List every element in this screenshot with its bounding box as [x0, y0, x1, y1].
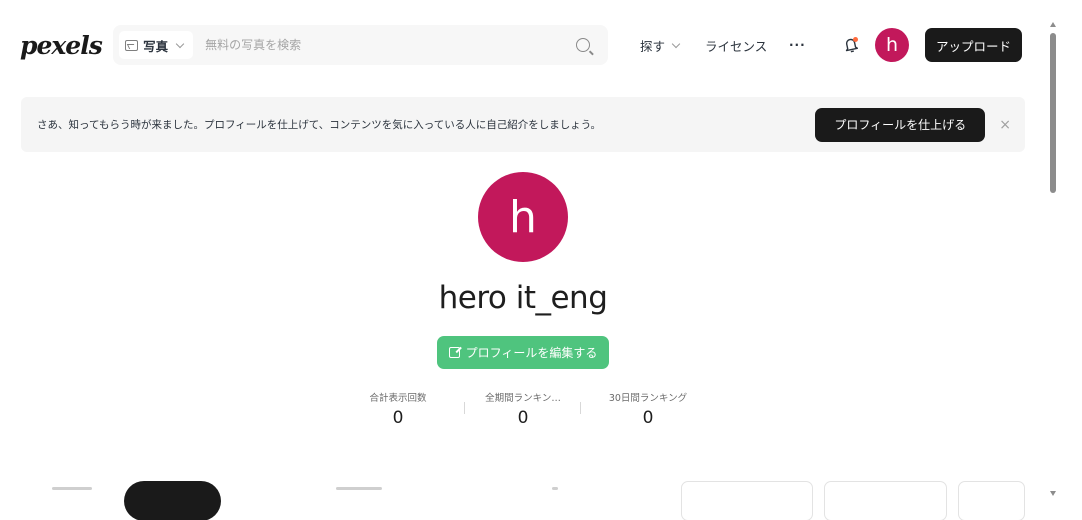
nav-explore-label: 探す	[640, 38, 666, 54]
stat-label: 合計表示回数	[369, 393, 427, 404]
user-avatar[interactable]: h	[875, 28, 909, 62]
edit-profile-label: プロフィールを編集する	[465, 346, 598, 360]
edit-icon	[448, 347, 460, 358]
stat-divider	[580, 402, 581, 414]
sort-button[interactable]	[824, 481, 947, 520]
tab-active-pill[interactable]	[124, 481, 221, 520]
stat-value: 0	[517, 408, 529, 428]
search-icon[interactable]	[576, 38, 590, 52]
nav-explore[interactable]: 探す	[640, 36, 705, 55]
content-tabs-row	[0, 480, 1046, 520]
stat-total-views: 合計表示回数 0	[343, 390, 453, 428]
chevron-down-icon	[175, 39, 185, 48]
stat-all-time-rank: 全期間ランキン… 0	[468, 390, 578, 428]
search-type-label: 写真	[143, 38, 169, 54]
filter-button[interactable]	[681, 481, 813, 520]
more-menu-button[interactable]: ···	[789, 38, 839, 52]
notification-dot	[853, 37, 858, 42]
banner-message: さあ、知ってもらう時が来ました。プロフィールを仕上げて、コンテンツを気に入ってい…	[37, 119, 602, 131]
stat-label: 30日間ランキング	[608, 393, 688, 404]
close-icon[interactable]: ×	[999, 117, 1011, 133]
search-bar: 写真	[113, 25, 608, 65]
notification-bell-icon[interactable]	[839, 33, 863, 57]
search-input[interactable]	[193, 25, 576, 65]
view-button[interactable]	[958, 481, 1025, 520]
complete-profile-button[interactable]: プロフィールを仕上げる	[815, 107, 986, 142]
stat-label: 全期間ランキン…	[485, 393, 561, 404]
search-type-dropdown[interactable]: 写真	[119, 31, 194, 59]
upload-button[interactable]: アップロード	[925, 28, 1022, 62]
scroll-thumb[interactable]	[1050, 33, 1056, 193]
complete-profile-banner: さあ、知ってもらう時が来ました。プロフィールを仕上げて、コンテンツを気に入ってい…	[21, 97, 1025, 152]
page-scrollbar[interactable]	[1046, 20, 1060, 500]
image-icon	[125, 39, 139, 51]
stat-divider	[464, 402, 465, 414]
stat-30day-rank: 30日間ランキング 0	[593, 390, 703, 428]
profile-name: hero it_eng	[438, 280, 608, 316]
scroll-up-arrow-icon[interactable]	[1050, 22, 1056, 27]
tab-faded[interactable]	[552, 487, 558, 490]
edit-profile-button[interactable]: プロフィールを編集する	[437, 336, 609, 369]
nav-license[interactable]: ライセンス	[705, 36, 789, 55]
stat-value: 0	[642, 408, 654, 428]
top-header: pexels 写真 探す ライセンス ··· h アップロード	[0, 0, 1042, 90]
pexels-logo[interactable]: pexels	[20, 31, 111, 60]
tab-faded[interactable]	[336, 487, 382, 490]
stat-value: 0	[392, 408, 404, 428]
main-nav: 探す ライセンス ··· h アップロード	[640, 28, 1022, 62]
tab-faded[interactable]	[52, 487, 92, 490]
profile-avatar: h	[478, 172, 568, 262]
scroll-down-arrow-icon[interactable]	[1050, 491, 1056, 496]
chevron-down-icon	[671, 39, 681, 48]
